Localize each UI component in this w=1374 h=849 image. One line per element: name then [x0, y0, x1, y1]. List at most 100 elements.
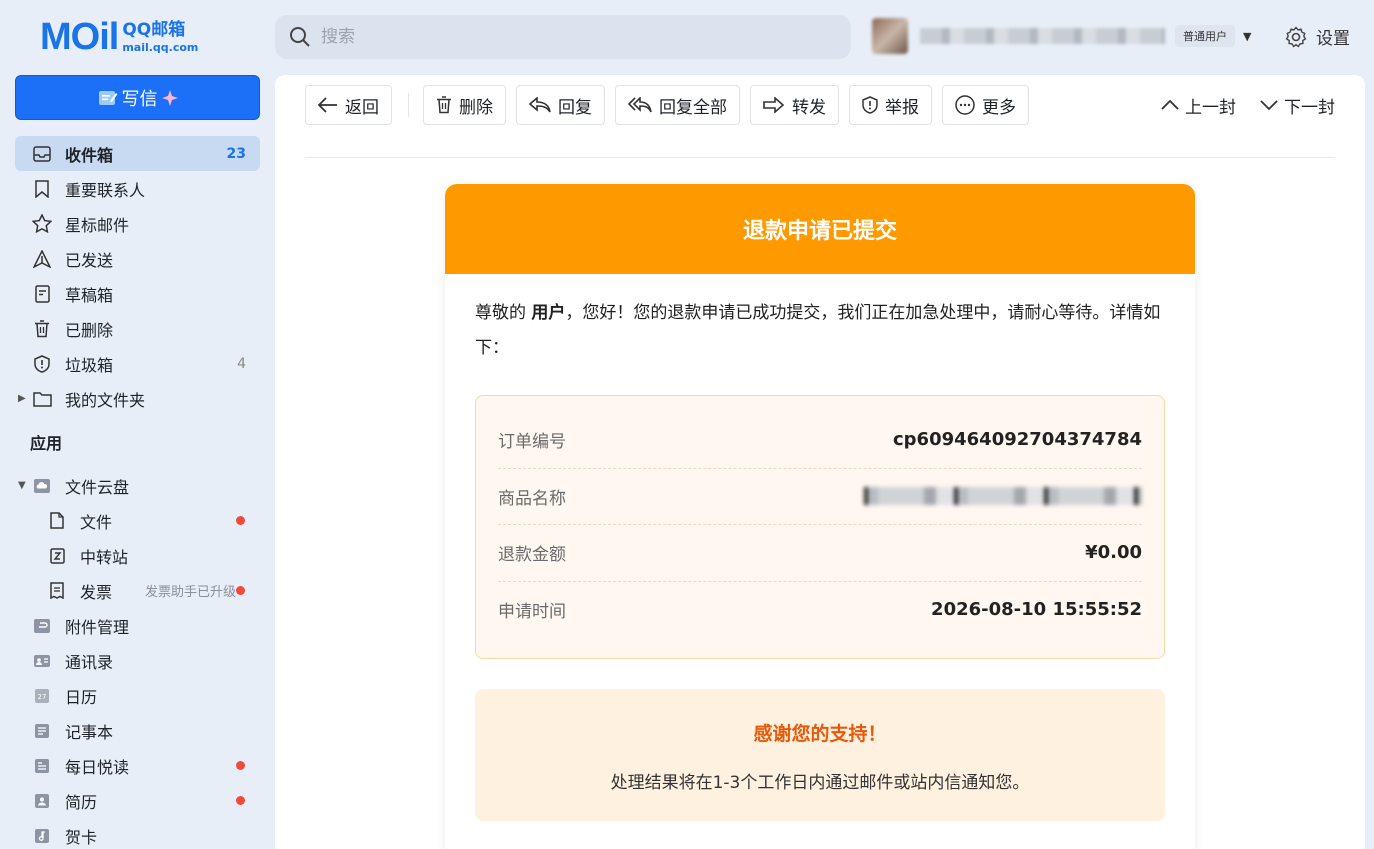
compose-icon [98, 90, 117, 105]
cloud-drive-icon [32, 478, 52, 494]
delete-label: 删除 [459, 97, 493, 118]
compose-label: 写信 [121, 88, 158, 110]
sidebar-item-label: 我的文件夹 [65, 390, 146, 410]
sidebar-item-label: 贺卡 [65, 827, 98, 847]
qq-mail-logo[interactable]: MOil QQ邮箱 mail.qq.com [40, 16, 198, 59]
sidebar-item-attachments[interactable]: 附件管理 [15, 608, 260, 643]
reply-all-icon [628, 97, 652, 113]
sidebar-item-sent[interactable]: 已发送 [15, 241, 260, 276]
send-icon [32, 249, 52, 268]
sidebar-item-label: 草稿箱 [65, 285, 114, 305]
sparkle-icon [161, 89, 178, 106]
expand-arrow-icon[interactable]: ▶ [18, 393, 26, 404]
sidebar-item-daily-reading[interactable]: 每日悦读 [15, 748, 260, 783]
more-button[interactable]: 更多 [942, 85, 1029, 125]
folder-icon [32, 391, 52, 407]
apply-time-value: 2026-08-10 15:55:52 [931, 599, 1142, 621]
reply-label: 回复 [558, 97, 592, 118]
avatar[interactable] [872, 18, 908, 54]
sidebar-item-label: 中转站 [80, 547, 129, 567]
next-label: 下一封 [1284, 97, 1335, 118]
detail-key: 商品名称 [498, 488, 566, 509]
detail-row-apply-time: 申请时间 2026-08-10 15:55:52 [498, 582, 1142, 639]
unread-dot [236, 761, 245, 770]
sidebar-item-greeting-card[interactable]: 贺卡 [15, 818, 260, 849]
calendar-icon: 27 [32, 688, 52, 704]
greeting-body: ，您好！您的退款申请已成功提交，我们正在加急处理中，请耐心等待。详情如下： [475, 303, 1161, 358]
shield-icon [862, 96, 878, 114]
sidebar-item-resume[interactable]: 简历 [15, 783, 260, 818]
sidebar-item-important-contacts[interactable]: 重要联系人 [15, 171, 260, 206]
sidebar-item-contacts[interactable]: 通讯录 [15, 643, 260, 678]
toolbar-divider [408, 93, 409, 117]
detail-key: 退款金额 [498, 545, 566, 566]
trash-icon [32, 319, 52, 338]
sidebar-item-label: 日历 [65, 687, 98, 707]
thanks-box: 感谢您的支持！ 处理结果将在1-3个工作日内通过邮件或站内信通知您。 [475, 689, 1165, 821]
search-bar[interactable] [275, 15, 851, 59]
inbox-icon [32, 145, 52, 162]
mail-toolbar: 返回 删除 回复 回复全部 转发 举报 更多 上一封 下一封 [305, 85, 1335, 125]
sidebar-item-label: 文件云盘 [65, 477, 130, 497]
resume-icon [32, 793, 52, 809]
back-label: 返回 [345, 97, 379, 118]
reading-icon [32, 758, 52, 774]
collapse-arrow-icon[interactable]: ▼ [18, 480, 26, 491]
reply-button[interactable]: 回复 [516, 85, 605, 125]
sidebar-item-spam[interactable]: 垃圾箱 4 [15, 346, 260, 381]
report-button[interactable]: 举报 [849, 85, 932, 125]
user-account[interactable]: 普通用户 ▼ [872, 18, 1251, 54]
sidebar-item-label: 文件 [80, 512, 113, 532]
sidebar-item-notes[interactable]: 记事本 [15, 713, 260, 748]
settings-button[interactable]: 设置 [1284, 24, 1350, 49]
forward-button[interactable]: 转发 [750, 85, 839, 125]
email-header-banner: 退款申请已提交 [445, 184, 1195, 274]
reply-all-label: 回复全部 [659, 97, 727, 118]
detail-key: 订单编号 [498, 432, 566, 453]
sidebar-item-label: 通讯录 [65, 652, 114, 672]
settings-label: 设置 [1316, 29, 1350, 49]
sidebar-item-deleted[interactable]: 已删除 [15, 311, 260, 346]
delete-button[interactable]: 删除 [423, 85, 506, 125]
sidebar-item-calendar[interactable]: 27 日历 [15, 678, 260, 713]
sidebar-item-inbox[interactable]: 收件箱 23 [15, 136, 260, 171]
mail-pager: 上一封 下一封 [1137, 85, 1335, 125]
sidebar-item-invoice[interactable]: 发票 发票助手已升级 [15, 573, 260, 608]
trash-icon [437, 96, 451, 114]
greeting-prefix: 尊敬的 [475, 303, 532, 323]
logo-domain: mail.qq.com [122, 41, 199, 54]
sidebar-item-my-folders[interactable]: ▶ 我的文件夹 [15, 381, 260, 416]
chevron-up-icon [1161, 99, 1179, 110]
order-number-value: cp609464092704374784 [893, 429, 1142, 451]
notes-icon [32, 723, 52, 739]
unread-dot [236, 796, 245, 805]
sidebar-item-cloud-drive[interactable]: ▼ 文件云盘 [15, 468, 260, 503]
back-button[interactable]: 返回 [305, 85, 392, 125]
next-mail-button[interactable]: 下一封 [1260, 93, 1335, 118]
sidebar-item-starred[interactable]: 星标邮件 [15, 206, 260, 241]
user-badge: 普通用户 [1175, 25, 1235, 47]
sidebar-item-label: 星标邮件 [65, 215, 130, 235]
bookmark-icon [32, 179, 52, 198]
forward-label: 转发 [792, 97, 826, 118]
sidebar-item-files[interactable]: 文件 [15, 503, 260, 538]
previous-mail-button[interactable]: 上一封 [1161, 93, 1236, 118]
sidebar-item-transfer-station[interactable]: 中转站 [15, 538, 260, 573]
refund-amount-value: ¥0.00 [1085, 542, 1142, 564]
reply-all-button[interactable]: 回复全部 [615, 85, 740, 125]
sidebar-item-drafts[interactable]: 草稿箱 [15, 276, 260, 311]
sidebar-nav: 收件箱 23 重要联系人 星标邮件 已发送 草稿箱 已删除 垃圾箱 4 ▶ 我的… [15, 136, 260, 849]
invoice-icon [47, 582, 67, 599]
search-input[interactable] [321, 27, 801, 47]
mail-reading-pane: 返回 删除 回复 回复全部 转发 举报 更多 上一封 下一封 退款申请已提交 尊… [275, 75, 1365, 849]
spam-count: 4 [237, 355, 246, 372]
caret-down-icon[interactable]: ▼ [1243, 30, 1251, 43]
more-icon [955, 95, 975, 115]
header-divider [305, 157, 1335, 158]
detail-key: 申请时间 [498, 602, 566, 623]
star-icon [32, 214, 52, 233]
compose-button[interactable]: 写信 [15, 75, 260, 120]
thanks-title: 感谢您的支持！ [753, 723, 887, 745]
unread-dot [236, 586, 245, 595]
email-body-card: 退款申请已提交 尊敬的 用户，您好！您的退款申请已成功提交，我们正在加急处理中，… [445, 184, 1195, 849]
